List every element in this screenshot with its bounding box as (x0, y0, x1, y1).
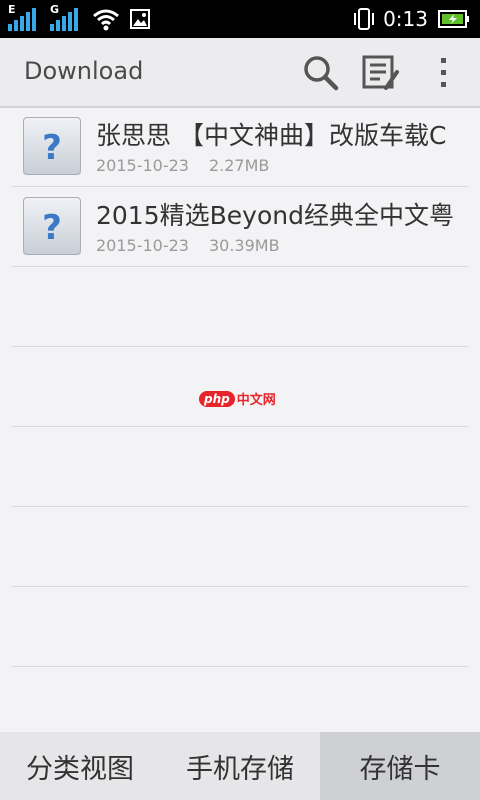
search-icon[interactable] (302, 54, 340, 92)
image-notification-icon (130, 9, 150, 29)
file-name: 张思思 【中文神曲】改版车载C (96, 121, 447, 150)
svg-text:?: ? (42, 208, 62, 244)
tab-sd-card[interactable]: 存储卡 (320, 732, 480, 800)
tab-category-view[interactable]: 分类视图 (0, 732, 160, 800)
file-size: 30.39MB (208, 236, 280, 255)
file-meta: 2015-10-23 30.39MB (96, 236, 280, 255)
vibrate-icon (354, 8, 375, 30)
status-right: 0:13 (353, 0, 470, 38)
file-size: 2.27MB (208, 156, 270, 175)
file-meta: 2015-10-23 2.27MB (96, 156, 269, 175)
clock: 0:13 (383, 7, 428, 31)
bottom-tab-bar: 分类视图 手机存储 存储卡 (0, 732, 480, 800)
question-mark-icon: ? (42, 128, 62, 164)
unknown-file-icon: ? (23, 117, 81, 175)
question-mark-icon: ? (42, 208, 62, 244)
watermark-logo: php 中文网 (199, 389, 276, 408)
divider (12, 506, 468, 507)
divider (12, 186, 468, 187)
battery-charging-icon (438, 10, 469, 28)
file-date: 2015-10-23 (96, 156, 189, 175)
wifi-icon (93, 9, 119, 31)
file-date: 2015-10-23 (96, 236, 189, 255)
more-options-icon[interactable] (438, 54, 450, 92)
divider (12, 266, 468, 267)
page-title: Download (24, 57, 144, 85)
divider (12, 346, 468, 347)
unknown-file-icon: ? (23, 197, 81, 255)
signal-strength-icon (8, 8, 36, 31)
select-list-icon[interactable] (362, 54, 402, 92)
action-bar: Download (0, 38, 480, 108)
status-bar: E G 0:13 (0, 0, 480, 38)
file-name: 2015精选Beyond经典全中文粤 (96, 201, 454, 230)
divider (12, 586, 468, 587)
tab-phone-storage[interactable]: 手机存储 (160, 732, 320, 800)
watermark-text: 中文网 (236, 393, 276, 408)
file-list-item[interactable]: ? 2015精选Beyond经典全中文粤 2015-10-23 30.39MB (0, 188, 480, 268)
divider (12, 426, 468, 427)
file-list-item[interactable]: ? 张思思 【中文神曲】改版车载C 2015-10-23 2.27MB (0, 108, 480, 188)
svg-text:?: ? (42, 128, 62, 164)
signal-strength-icon (50, 8, 78, 31)
divider (12, 666, 468, 667)
watermark-php: php (199, 390, 235, 407)
